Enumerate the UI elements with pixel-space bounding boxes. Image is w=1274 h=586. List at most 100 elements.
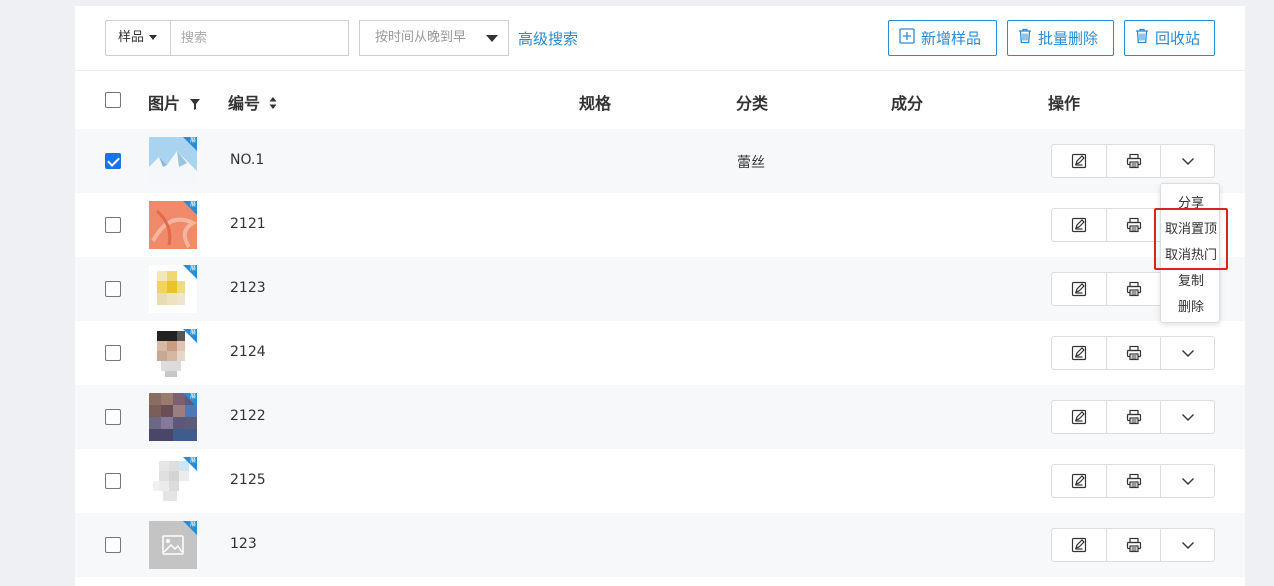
row-checkbox[interactable] (105, 217, 121, 233)
row-action-group (1051, 144, 1215, 178)
row-checkbox[interactable] (105, 473, 121, 489)
header-composition: 成分 (891, 94, 924, 113)
edit-button[interactable] (1052, 465, 1106, 497)
header-category: 分类 (736, 94, 769, 113)
sample-thumbnail[interactable]: 展 (149, 457, 197, 505)
caret-down-icon (149, 35, 158, 40)
print-button[interactable] (1106, 273, 1160, 305)
sample-thumbnail[interactable]: 展 (149, 329, 197, 377)
table-row: 展 123 (75, 513, 1245, 577)
menu-item-copy[interactable]: 复制 (1161, 270, 1221, 289)
menu-item-unpin[interactable]: 取消置顶 (1161, 218, 1221, 237)
edit-button[interactable] (1052, 337, 1106, 369)
chevron-down-icon (1181, 540, 1195, 550)
row-checkbox[interactable] (105, 281, 121, 297)
row-action-group (1051, 400, 1215, 434)
corner-badge-text: 展 (189, 137, 196, 144)
header-image-label: 图片 (148, 94, 181, 113)
corner-badge-text: 展 (189, 521, 196, 528)
more-button[interactable] (1160, 465, 1214, 497)
select-all-checkbox[interactable] (105, 92, 121, 108)
chevron-down-icon (1181, 476, 1195, 486)
edit-icon (1071, 473, 1087, 489)
type-select[interactable]: 样品 (105, 20, 171, 56)
sample-thumbnail[interactable]: 展 (149, 137, 197, 185)
printer-icon (1126, 537, 1142, 553)
add-sample-label: 新增样品 (921, 29, 982, 48)
more-button[interactable] (1160, 401, 1214, 433)
edit-icon (1071, 153, 1087, 169)
corner-badge-text: 展 (189, 201, 196, 208)
print-button[interactable] (1106, 401, 1160, 433)
table-row: 展 NO.1 蕾丝 (75, 129, 1245, 193)
main-panel: 样品 按时间从晚到早 高级搜索 新增样品 批量删除 回收站 图片 (75, 6, 1245, 586)
batch-delete-button[interactable]: 批量删除 (1007, 20, 1114, 56)
edit-icon (1071, 217, 1087, 233)
corner-badge-text: 展 (189, 393, 196, 400)
print-button[interactable] (1106, 209, 1160, 241)
plus-square-icon (899, 22, 915, 56)
more-button[interactable] (1160, 529, 1214, 561)
corner-badge-text: 展 (189, 457, 196, 464)
row-code: 2122 (230, 408, 266, 424)
print-button[interactable] (1106, 465, 1160, 497)
menu-item-delete[interactable]: 删除 (1161, 296, 1221, 315)
menu-item-unhot[interactable]: 取消热门 (1161, 244, 1221, 263)
header-image[interactable]: 图片 (148, 90, 200, 114)
printer-icon (1126, 345, 1142, 361)
header-spec: 规格 (579, 94, 612, 113)
corner-badge-text: 展 (189, 265, 196, 272)
more-button[interactable] (1160, 145, 1214, 177)
row-code: 2121 (230, 216, 266, 232)
printer-icon (1126, 153, 1142, 169)
sort-icon[interactable] (269, 95, 277, 114)
print-button[interactable] (1106, 529, 1160, 561)
row-code: 2125 (230, 472, 266, 488)
sample-thumbnail[interactable]: 展 (149, 521, 197, 569)
table-row: 展 2124 (75, 321, 1245, 385)
row-action-group (1051, 464, 1215, 498)
printer-icon (1126, 217, 1142, 233)
row-code: NO.1 (230, 152, 265, 168)
row-code: 2123 (230, 280, 266, 296)
row-checkbox[interactable] (105, 537, 121, 553)
sort-select-label: 按时间从晚到早 (375, 30, 467, 45)
header-code[interactable]: 编号 (228, 90, 277, 114)
row-category: 蕾丝 (737, 155, 765, 171)
edit-icon (1071, 537, 1087, 553)
header-code-label: 编号 (228, 94, 261, 113)
chevron-down-icon (1181, 412, 1195, 422)
search-input[interactable] (170, 20, 349, 56)
row-checkbox[interactable] (105, 345, 121, 361)
add-sample-button[interactable]: 新增样品 (888, 20, 997, 56)
more-button[interactable] (1160, 337, 1214, 369)
print-button[interactable] (1106, 145, 1160, 177)
menu-item-share[interactable]: 分享 (1161, 192, 1221, 211)
table-row: 展 2121 (75, 193, 1245, 257)
filter-icon[interactable] (189, 95, 200, 114)
header-actions: 操作 (1048, 94, 1081, 113)
edit-button[interactable] (1052, 401, 1106, 433)
sample-thumbnail[interactable]: 展 (149, 393, 197, 441)
row-action-group (1051, 336, 1215, 370)
chevron-down-icon (1181, 156, 1195, 166)
sample-thumbnail[interactable]: 展 (149, 265, 197, 313)
row-code: 2124 (230, 344, 266, 360)
edit-button[interactable] (1052, 529, 1106, 561)
print-button[interactable] (1106, 337, 1160, 369)
corner-badge-text: 展 (189, 329, 196, 336)
edit-button[interactable] (1052, 209, 1106, 241)
row-action-group (1051, 528, 1215, 562)
sort-select[interactable]: 按时间从晚到早 (359, 20, 509, 56)
edit-button[interactable] (1052, 273, 1106, 305)
recycle-bin-button[interactable]: 回收站 (1124, 20, 1215, 56)
advanced-search-link[interactable]: 高级搜索 (518, 28, 578, 49)
row-checkbox[interactable] (105, 409, 121, 425)
row-actions-menu: 分享 取消置顶 取消热门 复制 删除 (1160, 183, 1220, 323)
chevron-down-icon (1181, 348, 1195, 358)
type-select-label: 样品 (118, 30, 145, 45)
edit-button[interactable] (1052, 145, 1106, 177)
row-checkbox[interactable] (105, 153, 121, 169)
trash-icon (1135, 22, 1149, 56)
sample-thumbnail[interactable]: 展 (149, 201, 197, 249)
